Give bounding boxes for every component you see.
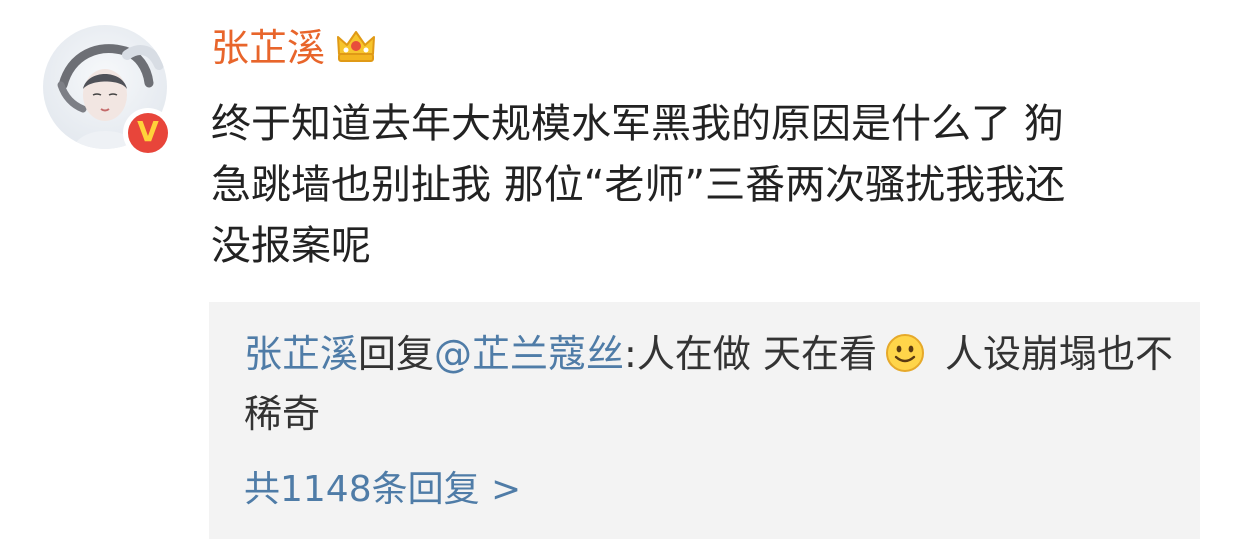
reply-text-before-emoji: 人在做 天在看 (636, 332, 877, 376)
reply-action: 回复 (358, 332, 435, 376)
smiley-icon (885, 333, 925, 387)
verified-v-icon: V (128, 113, 168, 153)
username-row: 张芷溪 (211, 22, 377, 74)
mention-link[interactable]: @芷兰蔻丝 (434, 332, 624, 376)
reply-author-link[interactable]: 张芷溪 (244, 332, 358, 376)
reply-colon: : (624, 332, 637, 376)
reply-count-link[interactable]: 共1148条回复 > (244, 465, 521, 515)
username[interactable]: 张芷溪 (211, 22, 325, 74)
post-text: 终于知道去年大规模水军黑我的原因是什么了 狗 急跳墙也别扯我 那位“老师”三番两… (211, 101, 1066, 269)
verified-badge: V (123, 108, 173, 158)
weibo-comment-card: V 张芷溪 终于知道去年大规模水军黑我的原因是什么了 狗 急跳墙也别扯我 那位“… (0, 0, 1242, 539)
crown-icon (335, 28, 377, 68)
reply-content: 张芷溪回复@芷兰蔻丝:人在做 天在看 人设崩塌也不稀奇 (244, 327, 1184, 441)
reply-preview[interactable]: 张芷溪回复@芷兰蔻丝:人在做 天在看 人设崩塌也不稀奇 共1148条回复 > (209, 302, 1200, 539)
